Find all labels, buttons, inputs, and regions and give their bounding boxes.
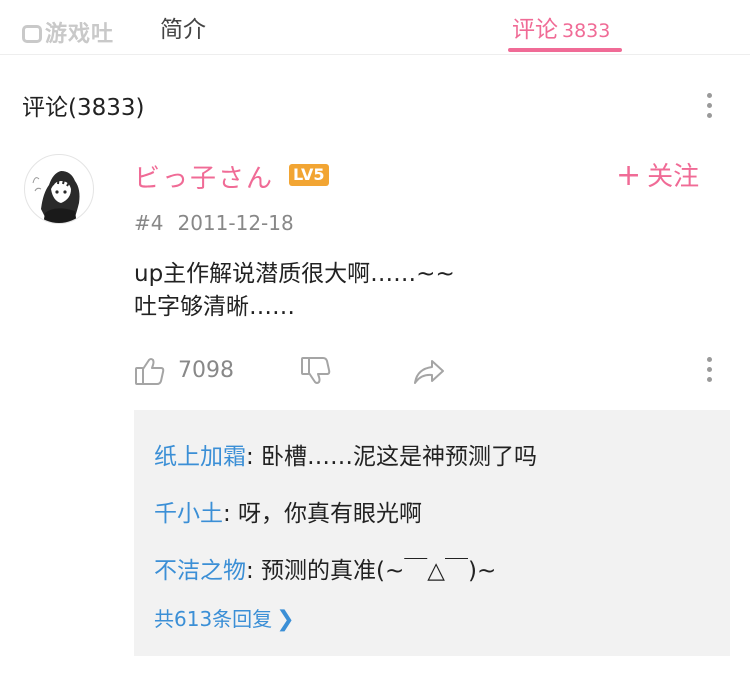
reply-item: 不洁之物: 预测的真准(~￣△￣)~ <box>154 551 496 585</box>
watermark-logo: 游戏吐 <box>22 16 114 48</box>
follow-label: 关注 <box>647 162 700 192</box>
comment-more-icon[interactable] <box>705 357 713 387</box>
gamepad-icon <box>22 25 42 43</box>
reply-item: 纸上加霜: 卧槽……泥这是神预测了吗 <box>154 437 537 471</box>
reply-author[interactable]: 纸上加霜 <box>154 444 246 470</box>
tab-comments-label: 评论 <box>512 17 558 43</box>
chevron-right-icon: ❯ <box>276 607 295 632</box>
like-count: 7098 <box>178 358 234 383</box>
comment-actions: 7098 <box>134 354 734 390</box>
watermark-text: 游戏吐 <box>45 22 115 47</box>
comment-content: up主作解说潜质很大啊……~~ 吐字够清晰…… <box>134 258 455 324</box>
follow-button[interactable]: + 关注 <box>616 156 699 193</box>
reply-author[interactable]: 千小土 <box>154 501 223 527</box>
tab-comments[interactable]: 评论 3833 <box>512 10 610 44</box>
comment-line: 吐字够清晰…… <box>134 294 295 320</box>
reply-text: : 卧槽……泥这是神预测了吗 <box>246 444 538 470</box>
thumbs-down-icon[interactable] <box>300 356 332 386</box>
reply-text: : 呀，你真有眼光啊 <box>223 501 423 527</box>
share-icon[interactable] <box>413 358 445 386</box>
reply-author[interactable]: 不洁之物 <box>154 558 246 584</box>
comment-line: up主作解说潜质很大啊……~~ <box>134 261 455 287</box>
plus-icon: + <box>616 158 642 193</box>
comment-date: 2011-12-18 <box>177 211 294 235</box>
view-all-replies-label: 共613条回复 <box>154 607 273 631</box>
reply-preview[interactable]: 纸上加霜: 卧槽……泥这是神预测了吗 千小土: 呀，你真有眼光啊 不洁之物: 预… <box>134 410 730 656</box>
reply-text: : 预测的真准(~￣△￣)~ <box>246 558 497 584</box>
top-tab-bar: 游戏吐 简介 评论 3833 <box>0 0 750 55</box>
view-all-replies-link[interactable]: 共613条回复 ❯ <box>154 603 295 632</box>
comment-username[interactable]: ビっ子さん <box>134 158 274 195</box>
avatar[interactable] <box>24 154 94 224</box>
thumbs-up-icon[interactable] <box>134 356 166 386</box>
comment-meta: #4 2011-12-18 <box>134 211 294 235</box>
comment-floor: #4 <box>134 211 164 235</box>
section-more-icon[interactable] <box>705 93 713 123</box>
reply-item: 千小土: 呀，你真有眼光啊 <box>154 494 422 528</box>
level-badge: LV5 <box>289 164 329 186</box>
active-tab-indicator <box>508 48 622 52</box>
tab-comments-count: 3833 <box>562 20 611 42</box>
comments-section-title: 评论(3833) <box>22 95 145 121</box>
tab-intro[interactable]: 简介 <box>160 10 206 44</box>
